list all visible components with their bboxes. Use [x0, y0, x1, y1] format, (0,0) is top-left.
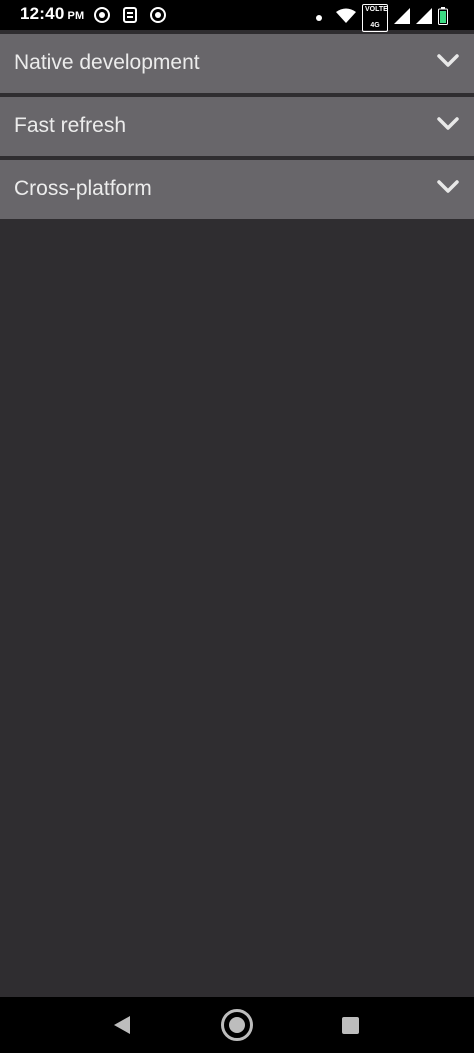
screen-record-icon: [148, 5, 168, 25]
signal-icon: [416, 7, 432, 29]
accordion-item-cross-platform[interactable]: Cross-platform: [0, 160, 474, 219]
status-right-icons: VOLTE 4G: [316, 4, 448, 32]
notification-dot-icon: [316, 15, 322, 21]
status-left-icons: [92, 5, 168, 25]
accordion-item-fast-refresh[interactable]: Fast refresh: [0, 97, 474, 156]
status-time: 12:40 PM: [20, 4, 84, 24]
accordion-title: Fast refresh: [14, 114, 127, 137]
volte-label: VOLTE: [365, 6, 388, 13]
sim-toolkit-icon: [120, 5, 140, 25]
accordion-item-native-development[interactable]: Native development: [0, 34, 474, 93]
status-time-value: 12:40: [20, 4, 65, 23]
battery-icon: [438, 6, 448, 30]
signal-icon: [394, 7, 410, 29]
screen-record-icon: [92, 5, 112, 25]
volte-sub: 4G: [370, 22, 380, 29]
status-time-ampm: PM: [67, 10, 85, 22]
chevron-down-icon[interactable]: [437, 180, 459, 194]
system-navigation-bar: [0, 997, 474, 1053]
chevron-down-icon[interactable]: [437, 117, 459, 131]
accordion-list: Native development Fast refresh Cross-pl…: [0, 34, 474, 223]
accordion-title: Cross-platform: [14, 177, 152, 200]
status-bar: 12:40 PM VOLTE 4G: [0, 0, 474, 32]
wifi-icon: [336, 8, 356, 29]
volte-badge: VOLTE 4G: [362, 4, 388, 32]
recents-icon[interactable]: [342, 1017, 359, 1034]
home-icon[interactable]: [220, 1008, 254, 1042]
back-icon[interactable]: [112, 1015, 132, 1035]
chevron-down-icon[interactable]: [437, 54, 459, 68]
accordion-title: Native development: [14, 51, 200, 74]
